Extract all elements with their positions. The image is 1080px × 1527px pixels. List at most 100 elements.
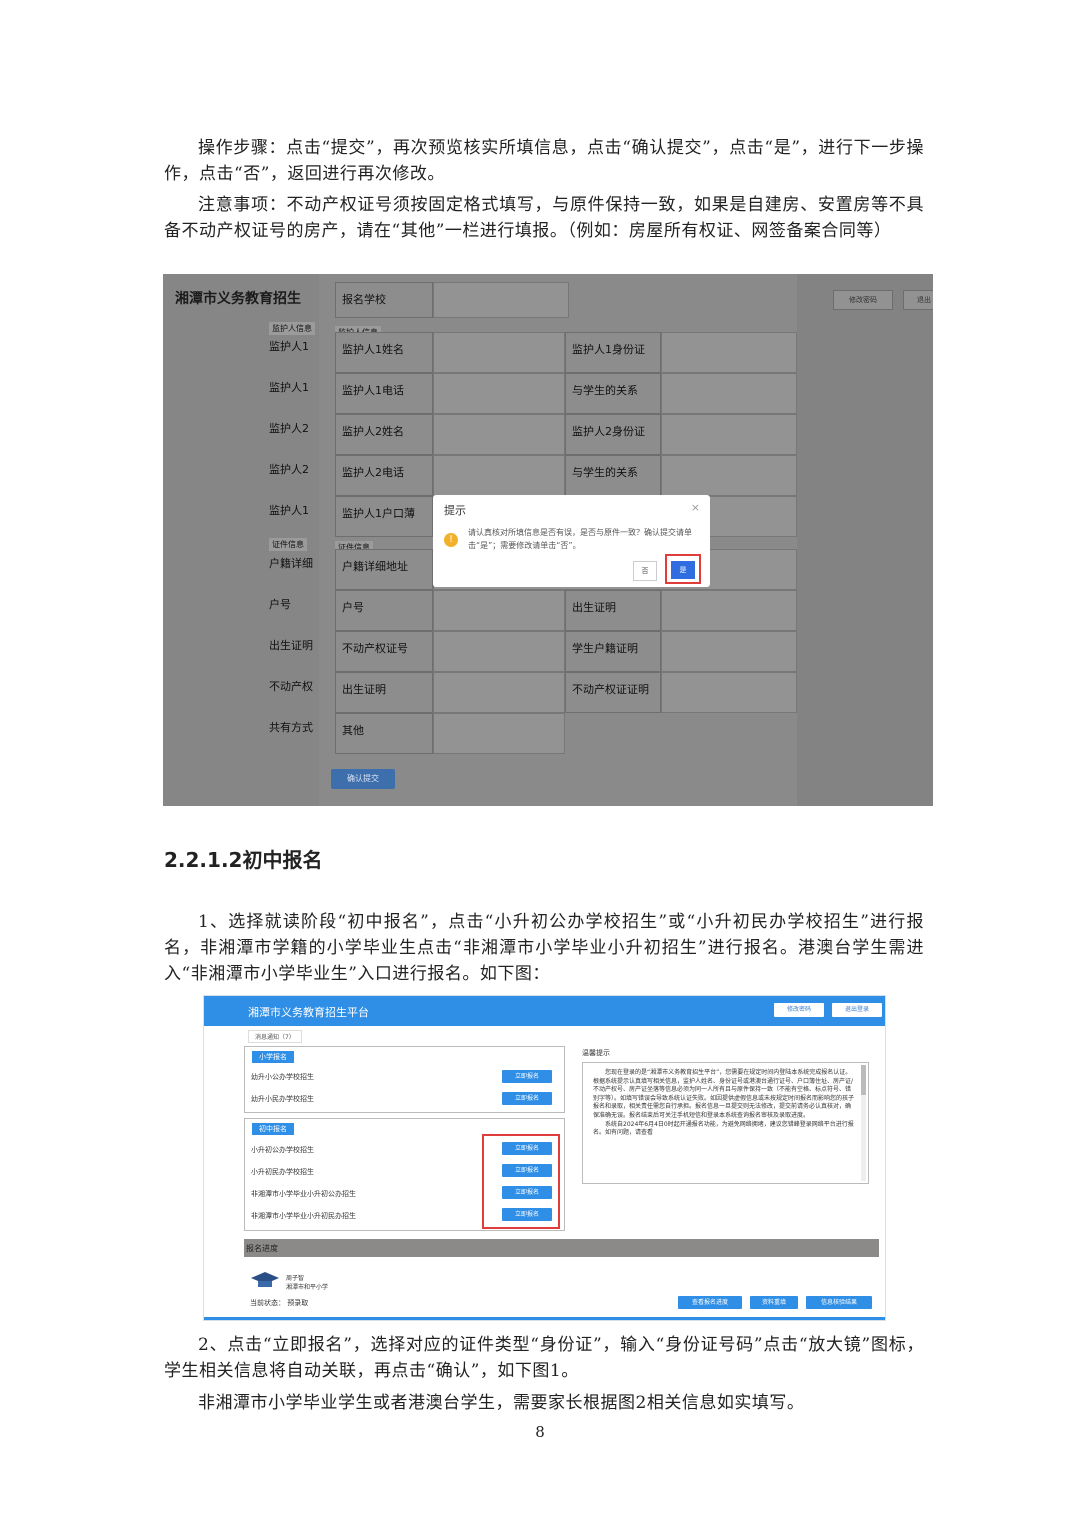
paragraph-step-2: 2、点击“立即报名”，选择对应的证件类型“身份证”，输入“身份证号码”点击“放大…: [164, 1335, 924, 1381]
tips-text: 您现在登录的是“湘潭市义务教育招生平台”，您需要在规定时间内登陆本系统完成报名认…: [593, 1069, 855, 1119]
side-label: 监护人1: [269, 381, 309, 394]
form-label: 与学生的关系: [565, 455, 661, 496]
verify-result-button[interactable]: 信息核验结果: [806, 1296, 872, 1309]
attachment-thumb[interactable]: [433, 713, 565, 754]
highlight-box: [482, 1134, 560, 1229]
apply-button[interactable]: 立即报名: [502, 1092, 552, 1105]
form-label: 监护人2身份证: [565, 414, 661, 455]
form-label: 不动产权证号: [335, 631, 433, 672]
change-password-button[interactable]: 修改密码: [774, 1003, 824, 1017]
list-item: 幼升小民办学校招生: [251, 1095, 314, 1103]
attachment-thumb[interactable]: [661, 672, 797, 713]
tips-box[interactable]: 您现在登录的是“湘潭市义务教育招生平台”，您需要在规定时间内登陆本系统完成报名认…: [582, 1062, 869, 1184]
form-label: 监护人1身份证: [565, 332, 661, 373]
form-field[interactable]: [433, 631, 565, 672]
form-label: 户号: [335, 590, 433, 631]
form-label: 监护人2姓名: [335, 414, 433, 455]
close-icon[interactable]: ×: [691, 501, 700, 514]
dialog-no-button[interactable]: 否: [633, 561, 657, 581]
side-label: 监护人2: [269, 463, 309, 476]
student-school: 湘潭市和平小学: [286, 1284, 329, 1291]
change-password-button[interactable]: 修改密码: [833, 290, 893, 310]
side-label: 户号: [269, 598, 291, 611]
warning-icon: !: [444, 533, 458, 547]
primary-school-panel: 小学报名 幼升小公办学校招生 立即报名 幼升小民办学校招生 立即报名: [244, 1046, 565, 1113]
form-label: 出生证明: [335, 672, 433, 713]
paragraph-step-1: 1、选择就读阶段“初中报名”，点击“小升初公办学校招生”或“小升初民办学校招生”…: [164, 912, 924, 984]
confirm-dialog: 提示 × ! 请认真核对所填信息是否有误，是否与原件一致？确认提交请单击“是”；…: [433, 495, 710, 587]
form-field[interactable]: [661, 332, 797, 373]
status-label: 当前状态：: [250, 1299, 285, 1307]
tips-title: 温馨提示: [582, 1049, 610, 1057]
paragraph-operation-steps: 操作步骤：点击“提交”，再次预览核实所填信息，点击“确认提交”，点击“是”，进行…: [164, 138, 924, 184]
school-field[interactable]: [433, 282, 569, 318]
list-item: 非湘潭市小学毕业小升初公办招生: [251, 1190, 356, 1198]
paragraph-note-nonlocal: 非湘潭市小学毕业学生或者港澳台学生，需要家长根据图2相关信息如实填写。: [198, 1393, 805, 1413]
right-column: 修改密码 退出: [797, 274, 933, 806]
section-cert-side: 证件信息: [269, 538, 307, 551]
bottom-bar: [204, 1317, 885, 1320]
side-label: 共有方式: [269, 721, 313, 734]
form-label: 不动产权证证明: [565, 672, 661, 713]
form-label: 出生证明: [565, 590, 661, 631]
portal-title: 湘潭市义务教育招生平台: [248, 1006, 369, 1019]
form-label: 学生户籍证明: [565, 631, 661, 672]
section-guardian-side: 监护人信息: [269, 322, 315, 335]
school-label: 报名学校: [335, 282, 433, 318]
view-progress-button[interactable]: 查看报名进度: [678, 1296, 742, 1309]
status-text: 当前状态： 预录取: [250, 1298, 308, 1308]
paragraph-notes: 注意事项：不动产权证号须按固定格式填写，与原件保持一致，如果是自建房、安置房等不…: [164, 195, 924, 241]
logout-button[interactable]: 退出登录: [832, 1003, 882, 1017]
screenshot-registration-portal: 湘潭市义务教育招生平台 修改密码 退出登录 消息通知（7） 小学报名 幼升小公办…: [203, 995, 886, 1321]
form-field[interactable]: [433, 590, 565, 631]
student-name: 周子智: [286, 1275, 305, 1282]
form-field[interactable]: [433, 414, 565, 455]
app-title: 湘潭市义务教育招生: [175, 291, 301, 307]
form-field[interactable]: [661, 373, 797, 414]
form-label: 监护人1电话: [335, 373, 433, 414]
confirm-submit-button[interactable]: 确认提交: [331, 769, 395, 789]
progress-bar-header: 报名进度: [244, 1239, 879, 1257]
form-label: 户籍详细地址: [335, 549, 433, 590]
portal-header: 湘潭市义务教育招生平台 修改密码 退出登录: [204, 996, 885, 1026]
logout-button[interactable]: 退出: [903, 290, 933, 310]
form-field[interactable]: [661, 455, 797, 496]
side-label: 户籍详细: [269, 557, 313, 570]
list-item: 非湘潭市小学毕业小升初民办招生: [251, 1212, 356, 1220]
form-field[interactable]: [433, 455, 565, 496]
primary-tag: 小学报名: [252, 1051, 294, 1063]
form-field[interactable]: [433, 373, 565, 414]
form-field[interactable]: [661, 590, 797, 631]
section-heading: 2.2.1.2初中报名: [164, 848, 323, 872]
side-label: 监护人1: [269, 340, 309, 353]
form-label: 其他: [335, 713, 433, 754]
side-label: 监护人1: [269, 504, 309, 517]
dialog-title: 提示: [444, 504, 466, 517]
dialog-message: 请认真核对所填信息是否有误，是否与原件一致？确认提交请单击“是”；需要修改请单击…: [468, 528, 692, 550]
list-item: 幼升小公办学校招生: [251, 1073, 314, 1081]
graduation-cap-icon: [251, 1272, 279, 1287]
list-item: 小升初民办学校招生: [251, 1168, 314, 1176]
apply-button[interactable]: 立即报名: [502, 1070, 552, 1083]
scrollbar[interactable]: [861, 1065, 866, 1181]
progress-label: 报名进度: [246, 1244, 278, 1253]
refill-button[interactable]: 资料重填: [750, 1296, 798, 1309]
form-label: 与学生的关系: [565, 373, 661, 414]
side-label: 监护人2: [269, 422, 309, 435]
form-field[interactable]: [433, 332, 565, 373]
notice-tab[interactable]: 消息通知（7）: [248, 1030, 302, 1043]
attachment-thumb[interactable]: [661, 631, 797, 672]
form-field[interactable]: [661, 414, 797, 455]
side-label: 出生证明: [269, 639, 313, 652]
form-label: 监护人1姓名: [335, 332, 433, 373]
page-number: 8: [535, 1423, 545, 1441]
form-label: 监护人1户口薄: [335, 496, 433, 537]
side-label: 不动产权: [269, 680, 313, 693]
screenshot-confirm-submit: 湘潭市义务教育招生 监护人信息 证件信息 监护人1 监护人1 监护人2 监护人2…: [163, 274, 933, 806]
highlight-box: [665, 554, 701, 584]
status-value: 预录取: [287, 1299, 309, 1307]
attachment-thumb[interactable]: [433, 672, 565, 713]
tips-text-2: 系统自2024年6月4日0时起开通报名功能，为避免网络拥堵，建议您错峰登录网络平…: [593, 1120, 854, 1137]
middle-tag: 初中报名: [252, 1123, 294, 1135]
form-label: 监护人2电话: [335, 455, 433, 496]
